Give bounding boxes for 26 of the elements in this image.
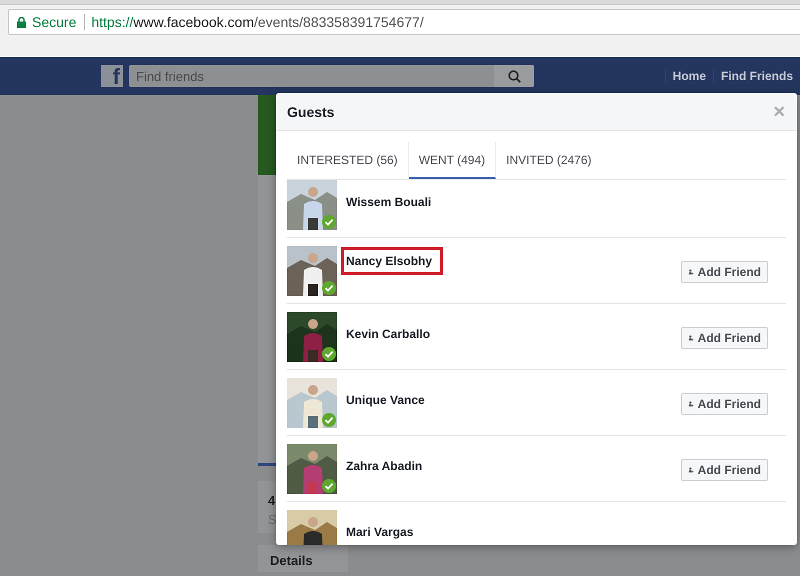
logo[interactable]: f [101, 65, 123, 87]
search-icon [508, 70, 520, 82]
nav-link[interactable]: Find Friends [713, 69, 800, 83]
search-button[interactable] [494, 65, 534, 87]
guest-name[interactable]: Mari Vargas [346, 525, 414, 539]
secure-label: Secure [32, 14, 86, 30]
add-friend-button[interactable]: Add Friend [681, 459, 768, 481]
guest-name[interactable]: Nancy Elsobhy [346, 254, 432, 268]
guest-name[interactable]: Kevin Carballo [346, 327, 430, 341]
tab[interactable]: INTERESTED (56) [287, 142, 409, 179]
section-title: Details [258, 545, 348, 572]
lock-icon [17, 16, 26, 28]
guest-name[interactable]: Unique Vance [346, 393, 425, 407]
guest-name[interactable]: Wissem Bouali [346, 195, 432, 209]
stat-text: 4 [268, 493, 276, 508]
tab[interactable]: INVITED (2476) [496, 142, 602, 179]
nav-link[interactable]: Home [664, 69, 713, 83]
search-input[interactable]: Find friends [129, 68, 494, 84]
add-friend-button[interactable]: Add Friend [681, 393, 768, 415]
search-field[interactable]: Find friends [129, 65, 534, 87]
guest-name[interactable]: Zahra Abadin [346, 459, 422, 473]
url-text[interactable]: https://www.facebook.com/events/883358391754677/ [91, 14, 424, 30]
tab[interactable]: WENT (494) [408, 142, 496, 179]
dialog-title: Guests [287, 104, 334, 120]
add-friend-button[interactable]: Add Friend [681, 327, 768, 349]
add-friend-button[interactable]: Add Friend [681, 261, 768, 283]
